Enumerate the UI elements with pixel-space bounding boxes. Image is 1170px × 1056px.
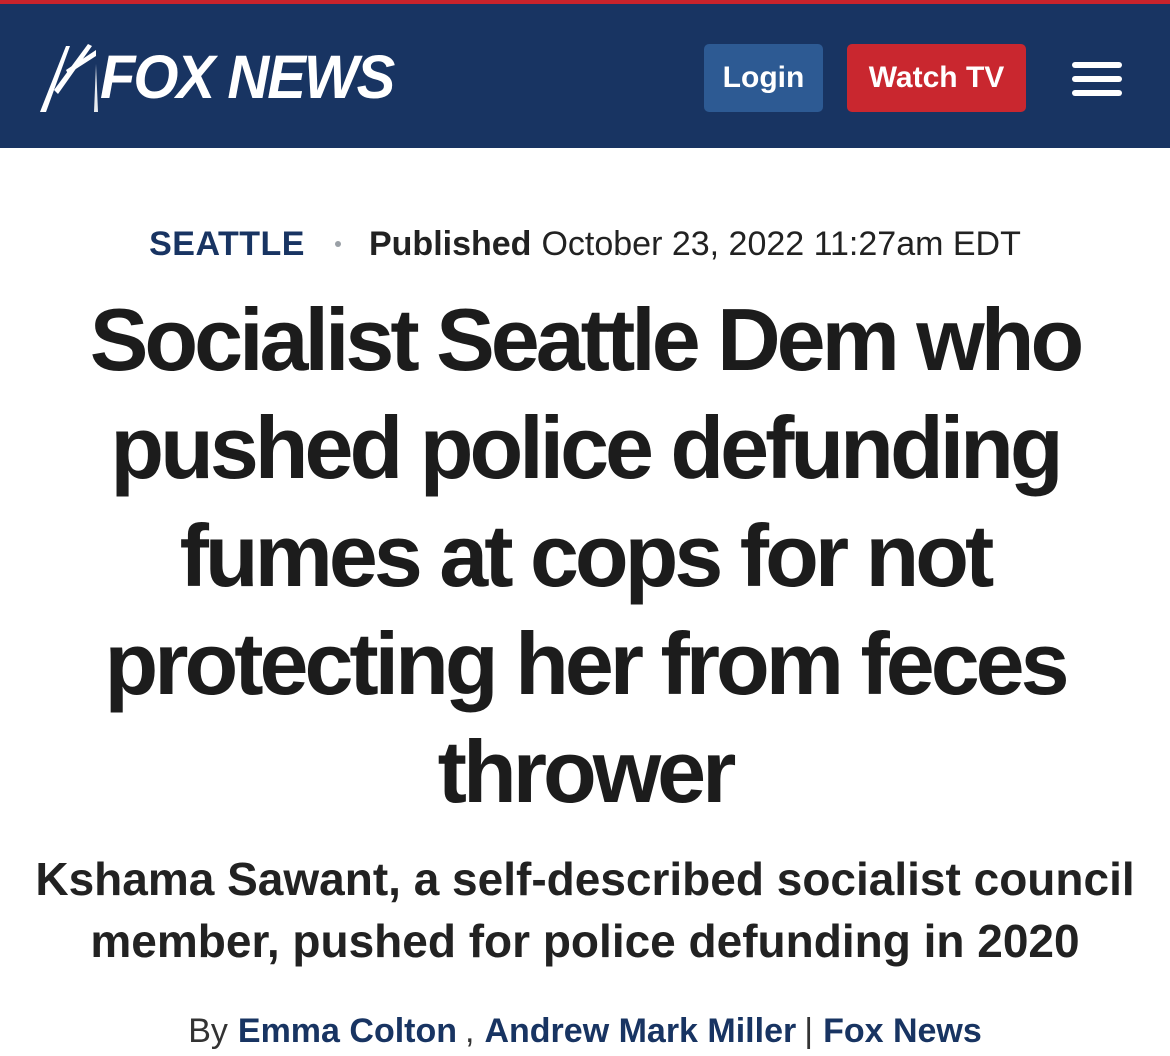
published-label: Published	[368, 224, 532, 263]
login-button[interactable]: Login	[704, 44, 823, 112]
section-link-seattle[interactable]: SEATTLE	[149, 225, 305, 264]
published-date: October 23, 2022 11:27am EDT	[541, 224, 1021, 263]
author-link-emma-colton[interactable]: Emma Colton	[238, 1012, 457, 1051]
byline-by: By	[188, 1012, 228, 1050]
article-subheadline: Kshama Sawant, a self-described socialis…	[35, 853, 1135, 967]
meta-separator-dot	[334, 241, 341, 247]
site-header: FOX NEWS Login Watch TV	[0, 0, 1170, 148]
article-headline: Socialist Seattle Dem who pushed police …	[89, 290, 1085, 821]
author-separator: ,	[465, 1012, 475, 1050]
logo-wordmark: FOX NEWS	[100, 43, 395, 112]
source-link-fox-news[interactable]: Fox News	[823, 1012, 982, 1051]
fox-news-logo[interactable]: FOX NEWS	[36, 42, 395, 114]
source-separator: |	[804, 1012, 814, 1050]
searchlight-icon	[40, 44, 98, 112]
byline: By Emma Colton , Andrew Mark Miller | Fo…	[0, 1012, 1170, 1051]
author-link-andrew-mark-miller[interactable]: Andrew Mark Miller	[484, 1012, 796, 1051]
watch-tv-button[interactable]: Watch TV	[847, 44, 1026, 112]
hamburger-menu-icon[interactable]	[1072, 62, 1124, 98]
article-meta: SEATTLE Published October 23, 2022 11:27…	[0, 222, 1170, 266]
